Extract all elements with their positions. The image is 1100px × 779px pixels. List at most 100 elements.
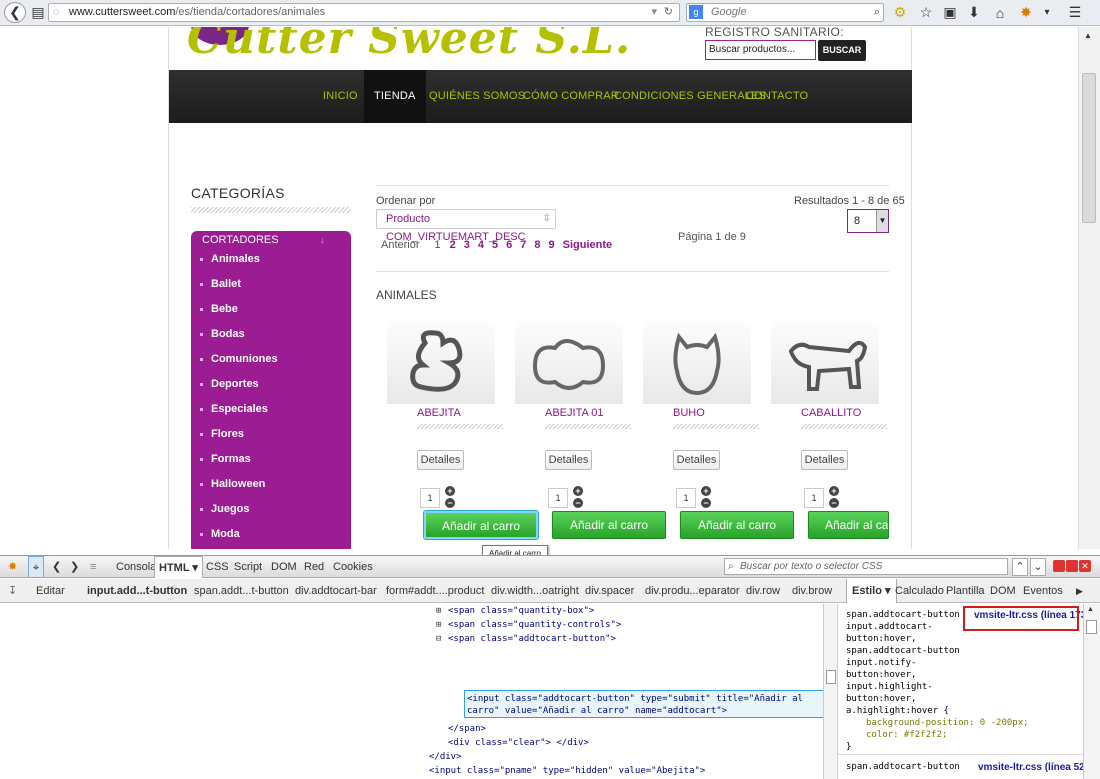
css-declaration[interactable]: color: #f2f2f2; xyxy=(866,730,947,740)
close-icon[interactable]: ✕ xyxy=(1079,560,1091,572)
add-to-cart-button[interactable]: Añadir al ca xyxy=(808,511,889,539)
css-selector[interactable]: span.addtocart-button xyxy=(846,610,960,620)
minus-icon[interactable]: − xyxy=(445,498,455,508)
category-group-cortadores[interactable]: CORTADORES xyxy=(202,234,279,246)
scrollbar-thumb[interactable] xyxy=(826,670,836,684)
quantity-input[interactable]: 1 xyxy=(804,488,824,508)
pagination-page[interactable]: 6 xyxy=(506,239,512,251)
scrollbar-thumb[interactable] xyxy=(1086,620,1097,634)
html-line[interactable]: <span class="addtocart-button"> xyxy=(448,634,616,644)
product-name[interactable]: ABEJITA 01 xyxy=(545,407,604,419)
category-item[interactable]: Halloween xyxy=(199,478,265,490)
html-line[interactable]: <span class="quantity-controls"> xyxy=(448,620,621,630)
pagination-page[interactable]: 3 xyxy=(464,239,470,251)
plus-icon[interactable]: + xyxy=(445,486,455,496)
css-selector[interactable]: a.highlight:hover { xyxy=(846,706,949,716)
more-tabs-icon[interactable]: ▶ xyxy=(1076,579,1083,603)
tab-dom[interactable]: DOM xyxy=(271,556,297,578)
add-to-cart-button[interactable]: Añadir al carro xyxy=(424,511,538,539)
bookmarks-list-icon[interactable]: ▣ xyxy=(940,2,960,23)
nav-contacto[interactable]: CONTACTO xyxy=(746,70,808,123)
category-item[interactable]: Flores xyxy=(199,428,244,440)
tab-cookies[interactable]: Cookies xyxy=(333,556,373,578)
css-selector[interactable]: span.addtocart-button xyxy=(846,646,960,656)
pagination-page[interactable]: 2 xyxy=(450,239,456,251)
breadcrumb-item[interactable]: div.width...oatright xyxy=(491,579,579,603)
back-icon[interactable]: ❮ xyxy=(4,2,26,23)
product-image[interactable] xyxy=(643,321,751,404)
tab-script[interactable]: Script xyxy=(234,556,262,578)
css-selector[interactable]: input.notify- xyxy=(846,658,916,668)
plus-icon[interactable]: + xyxy=(701,486,711,496)
category-item[interactable]: Ballet xyxy=(200,278,241,290)
css-selector[interactable]: span.addtocart-button xyxy=(846,762,960,772)
chevron-down-icon[interactable]: ⌄ xyxy=(1030,558,1046,576)
category-item[interactable]: Animales xyxy=(200,253,260,265)
css-declaration[interactable]: background-position: 0 -200px; xyxy=(866,718,1029,728)
command-line-icon[interactable]: ≡ xyxy=(90,556,96,578)
pagination-page[interactable]: 8 xyxy=(534,239,540,251)
scroll-up-icon[interactable]: ▲ xyxy=(1084,31,1092,40)
per-page-select[interactable]: ▼ 8 xyxy=(847,209,889,233)
pagination-next[interactable]: Siguiente xyxy=(563,239,613,251)
minus-icon[interactable]: − xyxy=(829,498,839,508)
tab-console[interactable]: Consola xyxy=(116,556,156,578)
product-image[interactable] xyxy=(771,321,879,404)
menu-dropdown-icon[interactable]: ▾ xyxy=(1040,2,1054,23)
html-line[interactable]: <span class="quantity-box"> xyxy=(448,606,594,616)
html-line[interactable]: <div class="clear"> </div> xyxy=(448,738,589,748)
html-line-selected[interactable]: <input class="addtocart-button" type="su… xyxy=(467,694,803,704)
minus-icon[interactable]: − xyxy=(701,498,711,508)
plus-icon[interactable]: + xyxy=(573,486,583,496)
css-source-link[interactable]: vmsite-ltr.css (línea 52) xyxy=(978,762,1088,773)
category-item[interactable]: Juegos xyxy=(200,503,250,515)
details-button[interactable]: Detalles xyxy=(545,450,592,470)
html-line[interactable]: <input class="pname" type="hidden" value… xyxy=(429,766,705,776)
breadcrumb-item[interactable]: form#addt....product xyxy=(386,579,484,603)
magnifier-icon[interactable]: ⌕ xyxy=(874,4,880,21)
address-bar[interactable]: ◌ www.cuttersweet.com/es/tienda/cortador… xyxy=(48,3,680,22)
side-tab-calculado[interactable]: Calculado xyxy=(895,579,944,603)
tab-html[interactable]: HTML ▾ xyxy=(154,556,203,578)
css-selector[interactable]: button:hover, xyxy=(846,694,916,704)
product-name[interactable]: BUHO xyxy=(673,407,705,419)
product-name[interactable]: CABALLITO xyxy=(801,407,861,419)
inspect-icon[interactable]: ⌖ xyxy=(28,556,44,578)
search-button[interactable]: BUSCAR xyxy=(818,40,866,61)
html-line[interactable]: </div> xyxy=(429,752,462,762)
chevron-up-icon[interactable]: ⌃ xyxy=(1012,558,1028,576)
breadcrumb-item[interactable]: div.spacer xyxy=(585,579,634,603)
html-line-selected[interactable]: carro" value="Añadir al carro" name="add… xyxy=(467,706,727,716)
breadcrumb-item[interactable]: div.row xyxy=(746,579,780,603)
product-image[interactable] xyxy=(515,321,623,404)
reload-icon[interactable]: ↻ xyxy=(664,4,673,21)
firebug-icon[interactable]: ✸ xyxy=(1016,2,1036,23)
category-item[interactable]: Formas xyxy=(200,453,251,465)
side-tab-dom[interactable]: DOM xyxy=(990,579,1016,603)
category-item[interactable]: Moda xyxy=(200,528,240,540)
tab-css[interactable]: CSS xyxy=(206,556,229,578)
nav-como-comprar[interactable]: CÓMO COMPRAR xyxy=(523,70,619,123)
collapse-icon[interactable]: ⊟ xyxy=(436,634,441,644)
nav-tienda[interactable]: TIENDA xyxy=(364,70,426,123)
css-selector[interactable]: input.highlight- xyxy=(846,682,933,692)
pagination-page[interactable]: 9 xyxy=(549,239,555,251)
expand-icon[interactable]: ⊞ xyxy=(436,620,441,630)
side-tab-estilo[interactable]: Estilo ▾ xyxy=(846,579,897,603)
pagination-page[interactable]: 7 xyxy=(520,239,526,251)
detach-icon[interactable] xyxy=(1066,560,1078,572)
category-item[interactable]: Comuniones xyxy=(200,353,278,365)
collapse-arrow-icon[interactable]: ↓ xyxy=(320,235,325,245)
css-selector[interactable]: button:hover, xyxy=(846,634,916,644)
breadcrumb-item[interactable]: span.addt...t-button xyxy=(194,579,289,603)
details-button[interactable]: Detalles xyxy=(801,450,848,470)
page-scrollbar[interactable]: ▲ xyxy=(1078,27,1100,549)
hamburger-menu-icon[interactable]: ☰ xyxy=(1064,2,1086,23)
nav-quienes-somos[interactable]: QUIÉNES SOMOS xyxy=(429,70,525,123)
breadcrumb-item[interactable]: input.add...t-button xyxy=(87,579,187,603)
product-search-input[interactable]: Buscar productos... xyxy=(705,40,816,60)
product-image[interactable] xyxy=(387,321,495,404)
minus-icon[interactable]: − xyxy=(573,498,583,508)
bookmark-star-icon[interactable]: ☆ xyxy=(916,2,936,23)
nav-inicio[interactable]: INICIO xyxy=(323,70,358,123)
